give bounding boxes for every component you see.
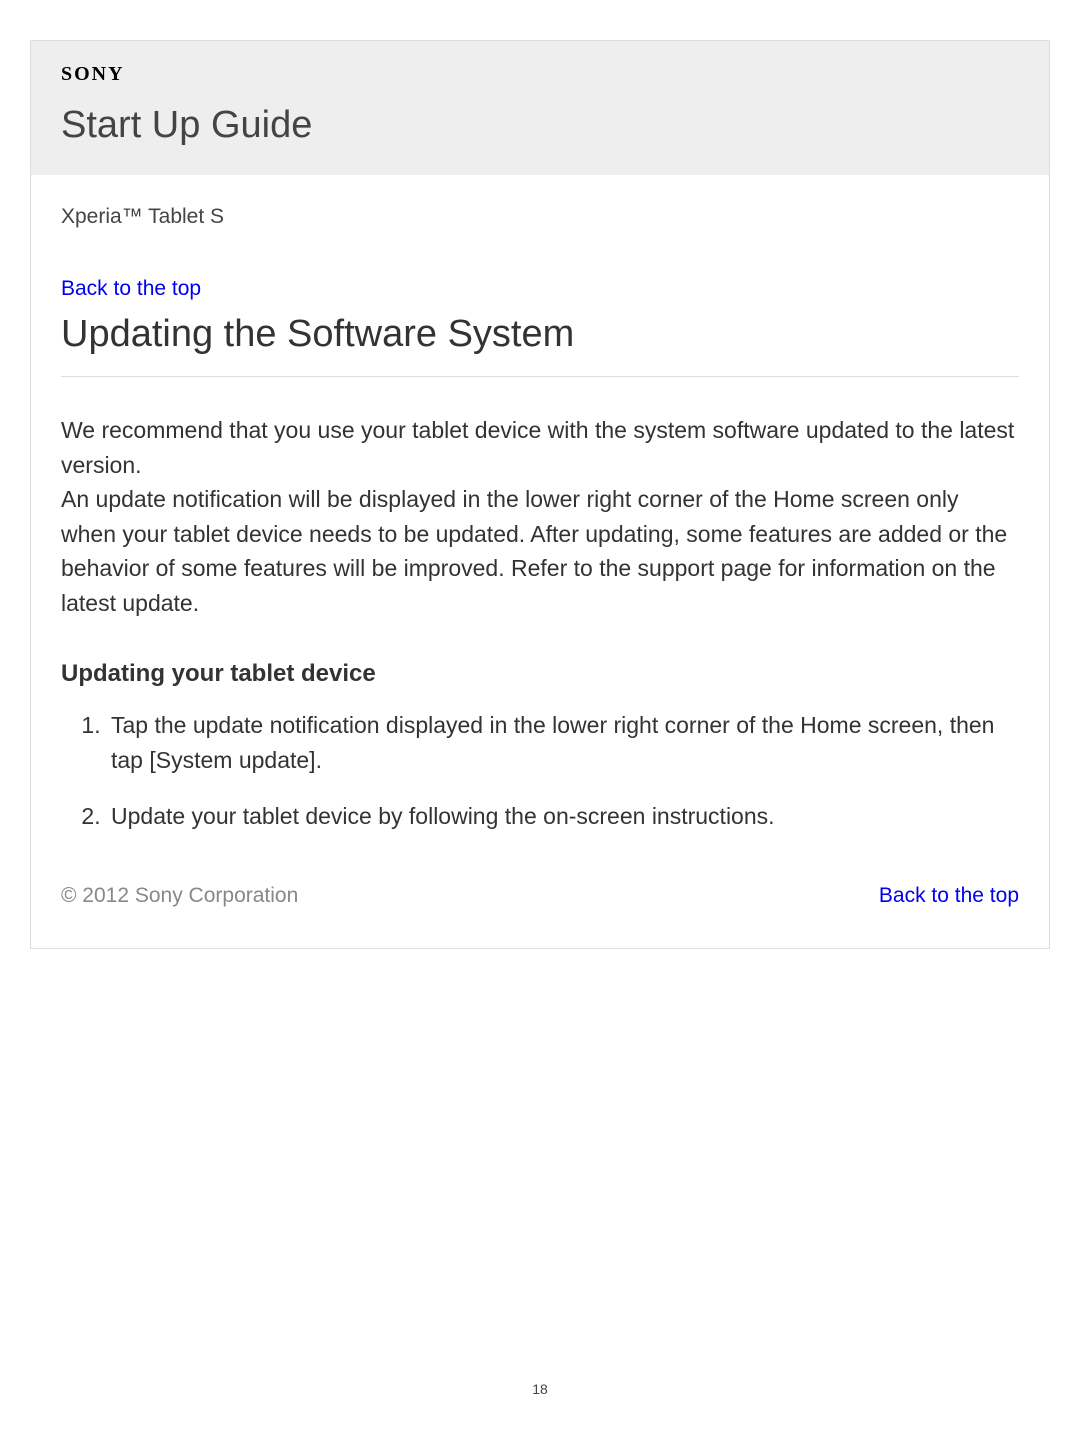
- step-item: Tap the update notification displayed in…: [107, 708, 1019, 777]
- footer-row: © 2012 Sony Corporation Back to the top: [61, 884, 1019, 908]
- product-name: Xperia™ Tablet S: [61, 205, 1019, 229]
- page-container: SONY Start Up Guide Xperia™ Tablet S Bac…: [30, 40, 1050, 949]
- article-intro: We recommend that you use your tablet de…: [61, 413, 1019, 620]
- steps-list: Tap the update notification displayed in…: [61, 708, 1019, 834]
- content-area: Xperia™ Tablet S Back to the top Updatin…: [31, 175, 1049, 948]
- copyright: © 2012 Sony Corporation: [61, 884, 298, 908]
- step-item: Update your tablet device by following t…: [107, 799, 1019, 834]
- guide-title: Start Up Guide: [61, 104, 1019, 147]
- back-to-top-link-bottom[interactable]: Back to the top: [879, 884, 1019, 908]
- header: SONY Start Up Guide: [31, 41, 1049, 175]
- article-title: Updating the Software System: [61, 313, 1019, 377]
- brand-logo: SONY: [61, 63, 1019, 86]
- section-heading: Updating your tablet device: [61, 660, 1019, 688]
- page-number: 18: [0, 1381, 1080, 1397]
- back-to-top-link[interactable]: Back to the top: [61, 277, 201, 301]
